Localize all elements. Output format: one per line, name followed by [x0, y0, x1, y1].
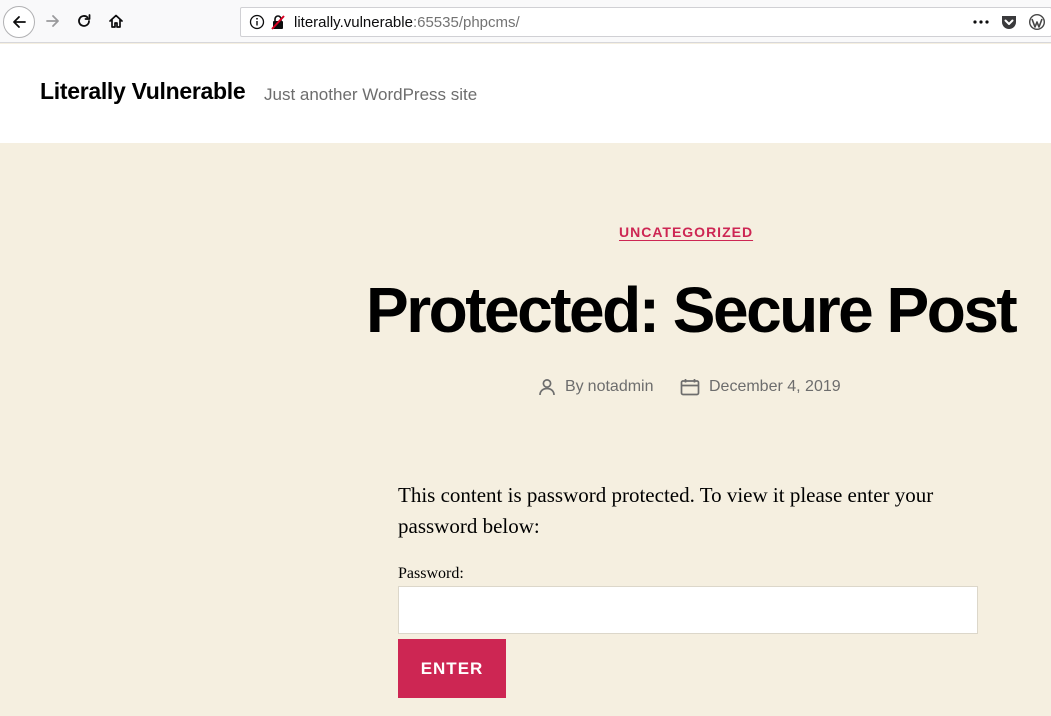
reload-button[interactable] [71, 8, 97, 34]
person-icon [539, 379, 555, 396]
password-label: Password: [398, 565, 464, 582]
post-author: By notadmin [538, 378, 654, 396]
back-icon [13, 16, 26, 28]
more-icon[interactable] [972, 13, 990, 36]
site-header: Literally Vulnerable Just another WordPr… [0, 44, 1051, 143]
url-path: :65535/phpcms/ [412, 14, 520, 31]
insecure-lock-icon[interactable] [270, 14, 286, 35]
date-link[interactable]: December 4, 2019 [709, 378, 841, 396]
category-link[interactable]: UNCATEGORIZED [619, 224, 753, 240]
calendar-icon [680, 379, 700, 396]
url-text[interactable]: literally.vulnerable:65535/phpcms/ [294, 14, 520, 31]
home-icon [109, 14, 123, 28]
post-date: December 4, 2019 [680, 378, 841, 396]
back-button[interactable] [3, 6, 35, 38]
author-prefix: By [565, 378, 584, 395]
url-host: literally.vulnerable [294, 14, 413, 31]
home-button[interactable] [103, 8, 129, 34]
password-input[interactable] [398, 586, 978, 634]
post-title: Protected: Secure Post [366, 274, 1018, 346]
url-bar[interactable]: literally.vulnerable:65535/phpcms/ [240, 7, 1051, 37]
pocket-icon[interactable] [1000, 13, 1018, 36]
wordpress-icon[interactable] [1028, 13, 1046, 36]
forward-icon [46, 15, 59, 27]
author-link[interactable]: notadmin [588, 378, 654, 396]
forward-button[interactable] [40, 8, 66, 34]
info-icon[interactable] [249, 14, 265, 35]
enter-button[interactable]: ENTER [398, 639, 506, 698]
site-title-link[interactable]: Literally Vulnerable [40, 78, 246, 105]
site-tagline: Just another WordPress site [264, 85, 478, 104]
reload-icon [78, 14, 91, 27]
browser-toolbar: literally.vulnerable:65535/phpcms/ [0, 0, 1051, 43]
protected-message: This content is password protected. To v… [398, 483, 934, 538]
